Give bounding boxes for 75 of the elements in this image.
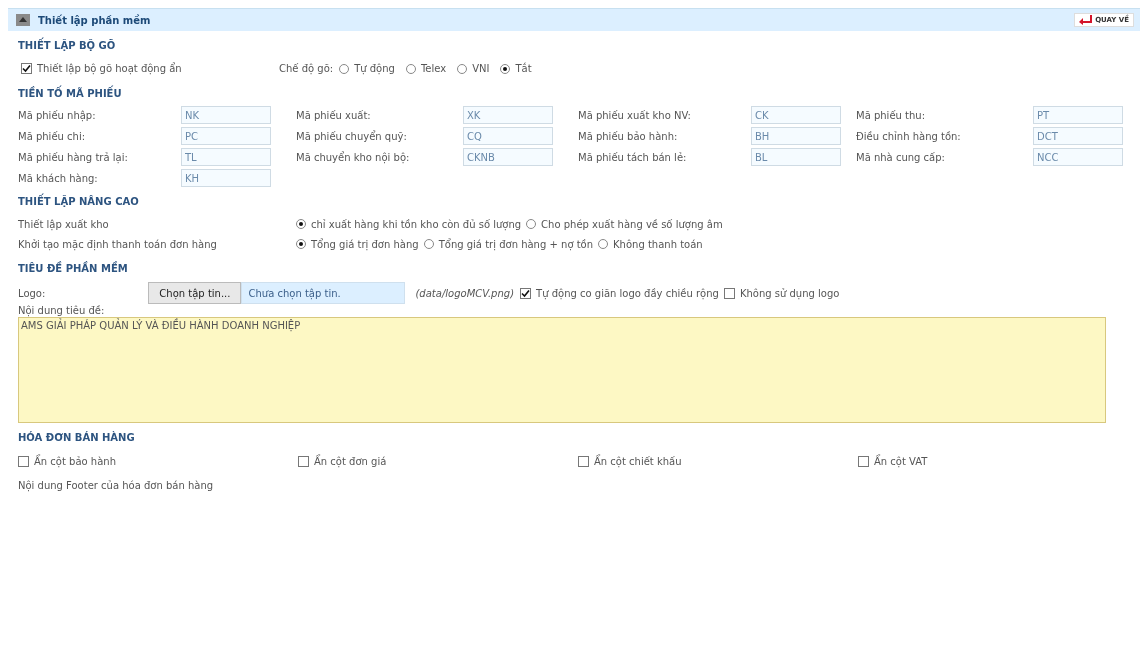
- checkbox[interactable]: [723, 287, 735, 299]
- option-label: Tổng giá trị đơn hàng + nợ tồn: [438, 238, 594, 250]
- field-label: Thiết lập xuất kho: [18, 218, 110, 230]
- file-status: Chưa chọn tập tin.: [241, 282, 406, 304]
- option-label: Ẩn cột đơn giá: [314, 455, 387, 467]
- field-label: Mã phiếu tách bán lẻ:: [578, 151, 688, 163]
- page-title: Thiết lập phần mềm: [38, 14, 151, 26]
- field-label: Khởi tạo mặc định thanh toán đơn hàng: [18, 238, 218, 250]
- input-field[interactable]: CQ: [463, 127, 553, 145]
- checkbox[interactable]: [298, 455, 309, 467]
- field-label: Mã phiếu hàng trả lại:: [18, 151, 129, 163]
- field-label: Mã phiếu thu:: [856, 109, 927, 121]
- field-label: Mã nhà cung cấp:: [856, 151, 946, 163]
- checkbox[interactable]: [858, 455, 869, 467]
- option-label: Ẩn cột chiết khấu: [594, 455, 682, 467]
- option-label: Không thanh toán: [613, 238, 703, 250]
- option-label: Tắt: [515, 63, 532, 74]
- radio-button[interactable]: [296, 219, 306, 229]
- input-field[interactable]: TL: [181, 148, 271, 166]
- field-label: Điều chỉnh hàng tồn:: [856, 130, 962, 142]
- radio-button[interactable]: [526, 219, 537, 229]
- radio-button[interactable]: [339, 63, 350, 74]
- section-title: THIẾT LẬP BỘ GÕ: [18, 31, 1130, 58]
- input-field[interactable]: BH: [751, 127, 841, 145]
- field-label: Mã chuyển kho nội bộ:: [296, 151, 411, 163]
- field-label: Mã phiếu nhập:: [18, 109, 97, 121]
- radio-button[interactable]: [500, 63, 511, 74]
- option-label: Không sử dụng logo: [739, 287, 840, 299]
- input-field[interactable]: CK: [751, 106, 841, 124]
- choose-file-button[interactable]: Chọn tập tin...: [148, 282, 242, 304]
- field-label: Nội dung tiêu đề:: [18, 305, 105, 316]
- return-arrow-icon: [1079, 15, 1094, 25]
- field-label: Nội dung Footer của hóa đơn bán hàng: [18, 480, 214, 491]
- input-field[interactable]: BL: [751, 148, 841, 166]
- field-label: Mã khách hàng:: [18, 172, 99, 184]
- input-field[interactable]: NCC: [1033, 148, 1123, 166]
- radio-button[interactable]: [457, 63, 468, 74]
- radio-button[interactable]: [405, 63, 416, 74]
- checkbox[interactable]: [21, 63, 32, 74]
- input-field[interactable]: XK: [463, 106, 553, 124]
- option-label: Tự động: [354, 63, 395, 74]
- section-title: TIÊU ĐỀ PHẦN MỀM: [18, 260, 129, 276]
- radio-button[interactable]: [296, 239, 306, 249]
- option-label: VNI: [472, 63, 490, 74]
- section-title: TIỀN TỐ MÃ PHIẾU: [18, 79, 1130, 106]
- checkbox[interactable]: [578, 455, 589, 467]
- field-label: Mã phiếu xuất:: [296, 109, 372, 121]
- option-label: Thiết lập bộ gõ hoạt động ẩn: [37, 63, 182, 74]
- option-label: Telex: [420, 63, 447, 74]
- option-label: Ẩn cột VAT: [874, 455, 928, 467]
- checkbox[interactable]: [18, 455, 29, 467]
- field-label: Mã phiếu bảo hành:: [578, 130, 679, 142]
- radio-button[interactable]: [598, 239, 609, 249]
- option-label: Tự động co giãn logo đầy chiều rộng: [536, 287, 719, 299]
- input-field[interactable]: PC: [181, 127, 271, 145]
- input-field[interactable]: PT: [1033, 106, 1123, 124]
- field-label: Logo:: [18, 287, 46, 299]
- option-label: Ẩn cột bảo hành: [34, 455, 116, 467]
- logo-path: (data/logoMCV.png): [415, 287, 515, 299]
- input-field[interactable]: DCT: [1033, 127, 1123, 145]
- input-field[interactable]: KH: [181, 169, 271, 187]
- option-label: chỉ xuất hàng khi tồn kho còn đủ số lượng: [311, 218, 522, 230]
- option-label: Cho phép xuất hàng về số lượng âm: [541, 218, 723, 230]
- checkbox[interactable]: [520, 287, 532, 299]
- field-label: Mã phiếu chuyển quỹ:: [296, 130, 408, 142]
- section-title: THIẾT LẬP NÂNG CAO: [18, 187, 1130, 214]
- field-label: Mã phiếu chi:: [18, 130, 87, 142]
- input-field[interactable]: NK: [181, 106, 271, 124]
- radio-button[interactable]: [423, 239, 434, 249]
- option-label: Tổng giá trị đơn hàng: [311, 238, 419, 250]
- field-label: Mã phiếu xuất kho NV:: [578, 109, 692, 121]
- section-title: HÓA ĐƠN BÁN HÀNG: [18, 430, 136, 445]
- title-text-area[interactable]: AMS GIẢI PHÁP QUẢN LÝ VÀ ĐIỀU HÀNH DOANH NGHIỆP: [18, 317, 1106, 423]
- field-label: Chế độ gõ:: [279, 63, 334, 74]
- input-field[interactable]: CKNB: [463, 148, 553, 166]
